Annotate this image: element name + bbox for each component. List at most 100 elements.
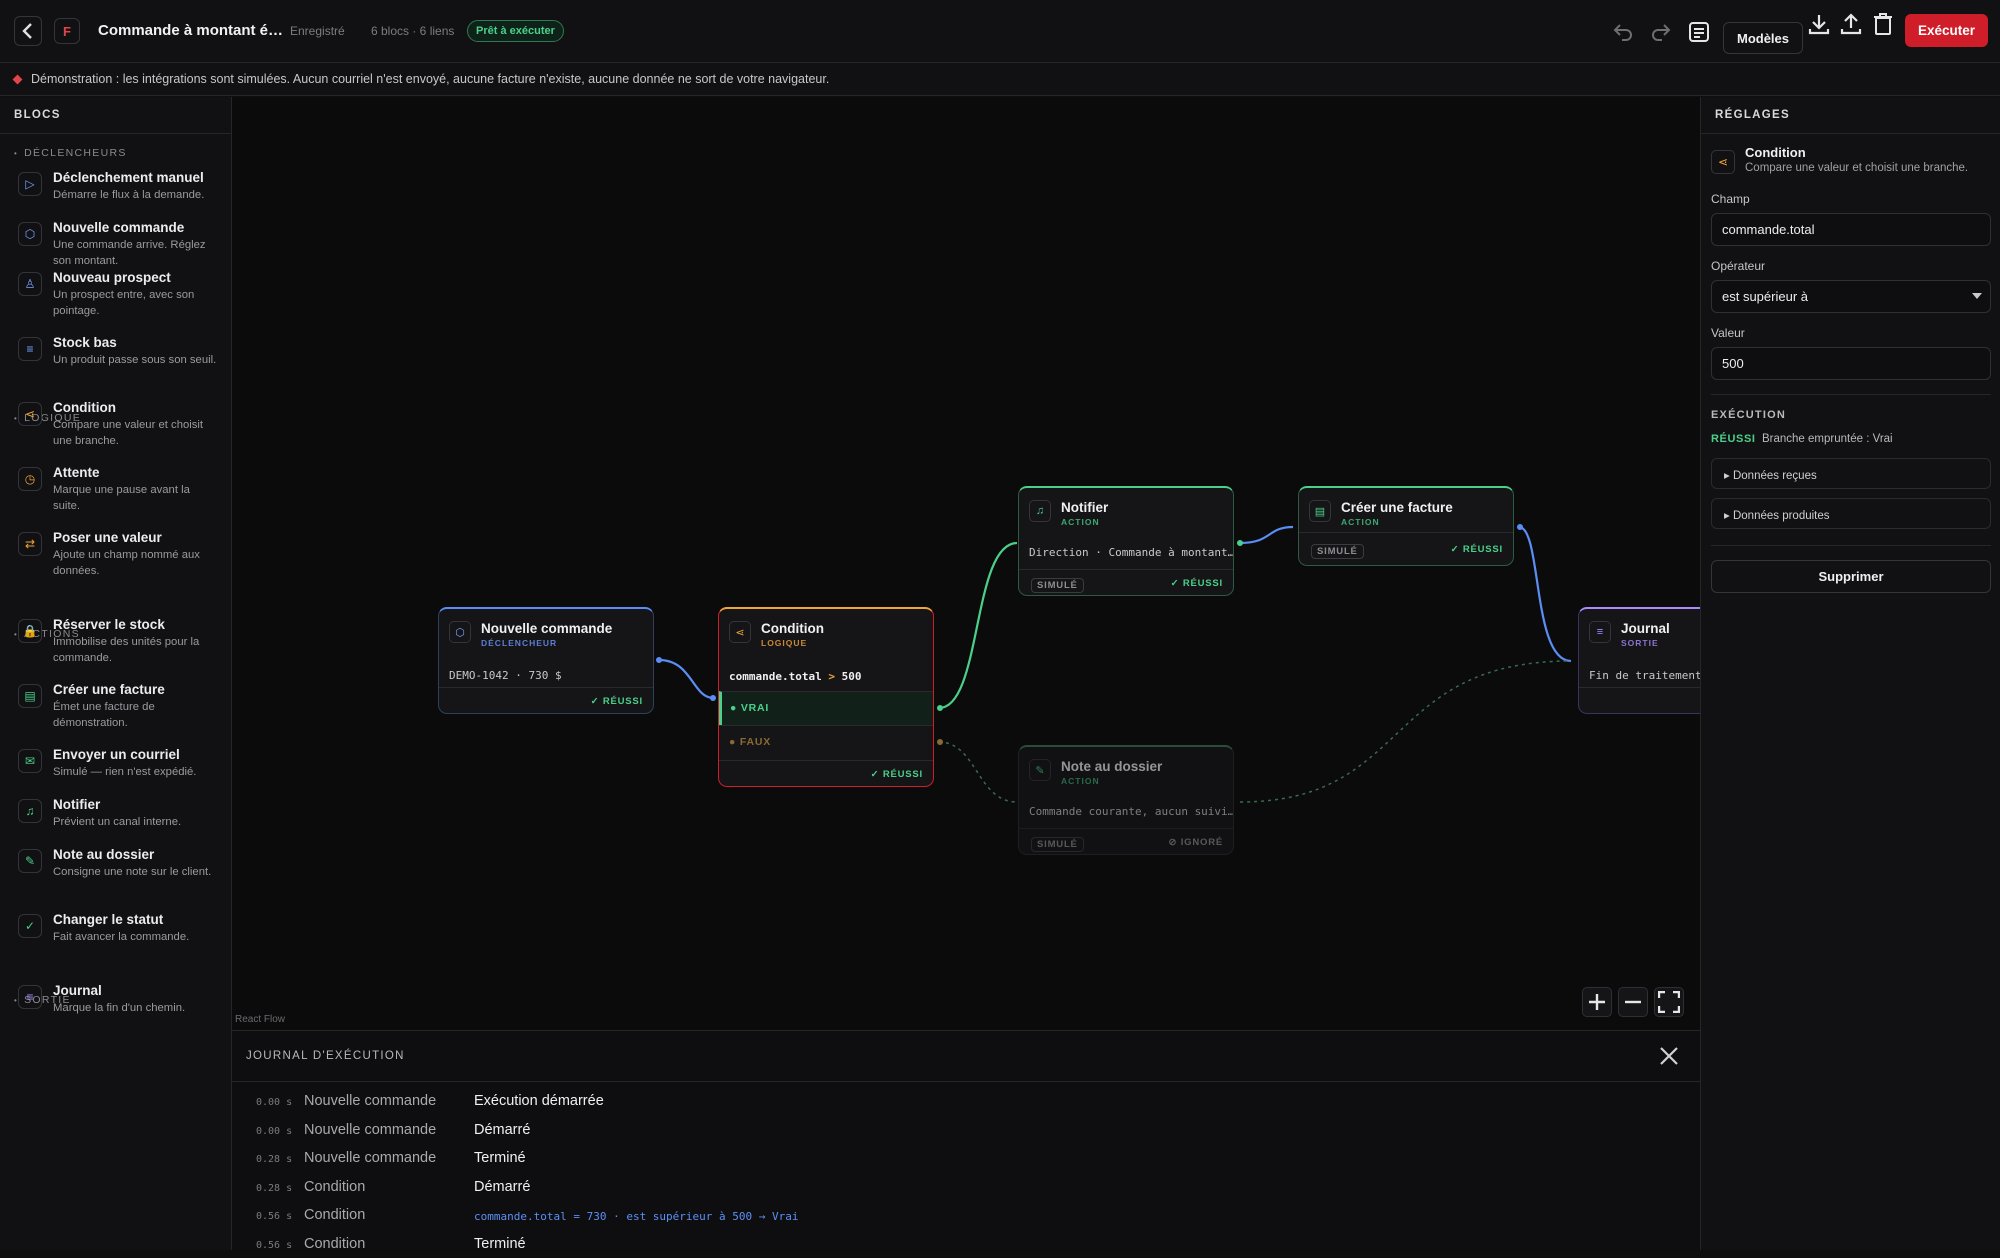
value-label: Valeur [1711, 326, 1745, 340]
sidebar-item-title: Note au dossier [53, 847, 155, 862]
log-message: Terminé [474, 1150, 526, 1166]
log-timestamp: 0.00 s [256, 1125, 293, 1137]
operator-select[interactable]: est supérieur à [1711, 280, 1991, 313]
node-title: Condition [761, 621, 824, 636]
handle[interactable] [1237, 540, 1243, 546]
log-row: 0.56 s Condition commande.total = 730 · es… [256, 1207, 799, 1229]
chevron-left-icon [22, 23, 32, 39]
sidebar-item-description: Démarre le flux à la demande. [53, 189, 205, 201]
log-title: JOURNAL D'EXÉCUTION [246, 1050, 405, 1062]
log-timestamp: 0.28 s [256, 1154, 293, 1165]
value-input[interactable]: 500 [1711, 347, 1991, 380]
bell-icon: ♫ [1029, 500, 1051, 522]
sidebar-item-title: Stock bas [53, 335, 117, 350]
redo-icon [1652, 24, 1671, 41]
simulated-chip: SIMULÉ [1031, 837, 1084, 852]
bell-icon: ♫ [18, 799, 42, 823]
redo-button[interactable] [1646, 17, 1676, 47]
node-title: Créer une facture [1341, 500, 1453, 515]
field-label: Champ [1711, 192, 1750, 206]
upload-button[interactable] [1837, 10, 1865, 38]
handle[interactable] [937, 739, 943, 745]
sidebar-item-description: Immobilise des unités pour la commande. [53, 636, 200, 664]
sidebar-item-description: Prévient un canal interne. [53, 816, 182, 828]
sidebar-item-title: Changer le statut [53, 912, 164, 927]
handle[interactable] [937, 705, 943, 711]
chevron-down-icon [1972, 293, 1982, 299]
sidebar-item-description: Un produit passe sous son seuil. [53, 354, 217, 366]
log-message: Terminé [474, 1235, 526, 1252]
mail-icon: ✉ [18, 749, 42, 773]
produced-data-toggle[interactable]: ▸ Données produites [1711, 498, 1991, 529]
pencil-icon: ✎ [18, 849, 42, 873]
node-status: ✓ RÉUSSI [1450, 544, 1503, 555]
log-toggle-button[interactable] [1684, 17, 1714, 47]
block-title: Condition [1745, 145, 1806, 160]
execute-button[interactable]: Exécuter [1905, 14, 1988, 47]
log-row: 0.00 s Nouvelle commande Démarré [256, 1122, 530, 1144]
node-customer-note[interactable]: ✎ Note au dossier ACTION Commande couran… [1018, 745, 1234, 855]
node-notify[interactable]: ♫ Notifier ACTION Direction · Commande à… [1018, 486, 1234, 596]
log-message: Exécution démarrée [474, 1093, 604, 1109]
undo-icon [1613, 24, 1632, 41]
delete-block-button[interactable]: Supprimer [1711, 560, 1991, 593]
user-icon: ♙ [18, 272, 42, 296]
node-type: ACTION [1341, 517, 1380, 527]
node-title: Notifier [1061, 500, 1109, 515]
close-icon [1660, 1047, 1678, 1065]
node-type: LOGIQUE [761, 638, 808, 648]
fit-view-button[interactable] [1654, 987, 1684, 1017]
settings-title: RÉGLAGES [1715, 109, 1790, 121]
list-icon [1689, 22, 1709, 42]
templates-button[interactable]: Modèles [1723, 22, 1803, 54]
edge-order-condition [658, 658, 714, 700]
settings-panel: RÉGLAGES ⋖ Condition Compare une valeur … [1700, 97, 2000, 1250]
zoom-out-button[interactable] [1618, 987, 1648, 1017]
back-button[interactable] [14, 16, 42, 46]
sidebar-item-description: Un prospect entre, avec son pointage. [53, 289, 195, 317]
log-row: 0.56 s Condition Terminé [256, 1236, 526, 1258]
box-icon: ⬡ [18, 222, 42, 246]
log-row: 0.28 s Condition Démarré [256, 1179, 530, 1201]
log-message: Démarré [474, 1121, 531, 1138]
sidebar-item-description: Ajoute un champ nommé aux données. [53, 549, 200, 577]
download-icon [1808, 15, 1830, 35]
node-body: Fin de traitement [1589, 669, 1700, 682]
workflow-title[interactable]: Commande à montant é… [98, 22, 283, 39]
top-bar: F Commande à montant é… Enregistré 6 blo… [0, 0, 2000, 63]
node-body: DEMO-1042 · 730 $ [449, 669, 562, 682]
document-icon: ▤ [1309, 500, 1331, 522]
branch-true: ● VRAI [719, 691, 933, 725]
node-title: Nouvelle commande [481, 621, 613, 636]
sidebar-item-description: Une commande arrive. Réglez son montant. [53, 239, 206, 267]
node-condition[interactable]: ⋖ Condition LOGIQUE commande.total > 500… [718, 607, 934, 787]
group-triggers: DÉCLENCHEURS [14, 147, 127, 159]
node-new-order[interactable]: ⬡ Nouvelle commande DÉCLENCHEUR DEMO-104… [438, 607, 654, 714]
node-type: DÉCLENCHEUR [481, 638, 558, 648]
check-circle-icon: ✓ [18, 914, 42, 938]
demo-banner-text: Démonstration : les intégrations sont si… [31, 72, 830, 86]
edge-note-journal [1239, 660, 1572, 803]
download-button[interactable] [1805, 10, 1833, 38]
undo-button[interactable] [1608, 17, 1638, 47]
node-journal[interactable]: ≡ Journal SORTIE Fin de traitement [1578, 607, 1700, 714]
handle[interactable] [1517, 524, 1523, 530]
field-input[interactable]: commande.total [1711, 213, 1991, 246]
flow-canvas[interactable]: ⬡ Nouvelle commande DÉCLENCHEUR DEMO-104… [232, 97, 1700, 1030]
received-data-toggle[interactable]: ▸ Données reçues [1711, 458, 1991, 489]
close-log-button[interactable] [1656, 1043, 1682, 1069]
log-row: 0.28 s Nouvelle commande Terminé [256, 1150, 526, 1172]
sidebar-item-title: Créer une facture [53, 682, 165, 697]
node-type: SORTIE [1621, 638, 1659, 648]
log-source: Condition [304, 1178, 366, 1195]
log-source: Nouvelle commande [304, 1121, 437, 1138]
node-create-invoice[interactable]: ▤ Créer une facture ACTION SIMULÉ ✓ RÉUSS… [1298, 486, 1514, 566]
sidebar-item-description: Marque la fin d'un chemin. [53, 1002, 186, 1014]
react-flow-attribution[interactable]: React Flow [235, 1014, 285, 1025]
zoom-in-button[interactable] [1582, 987, 1612, 1017]
swap-icon: ⇄ [18, 532, 42, 556]
sidebar-item-description: Fait avancer la commande. [53, 931, 190, 943]
delete-workflow-button[interactable] [1869, 10, 1897, 38]
handle[interactable] [710, 695, 716, 701]
handle[interactable] [656, 657, 662, 663]
